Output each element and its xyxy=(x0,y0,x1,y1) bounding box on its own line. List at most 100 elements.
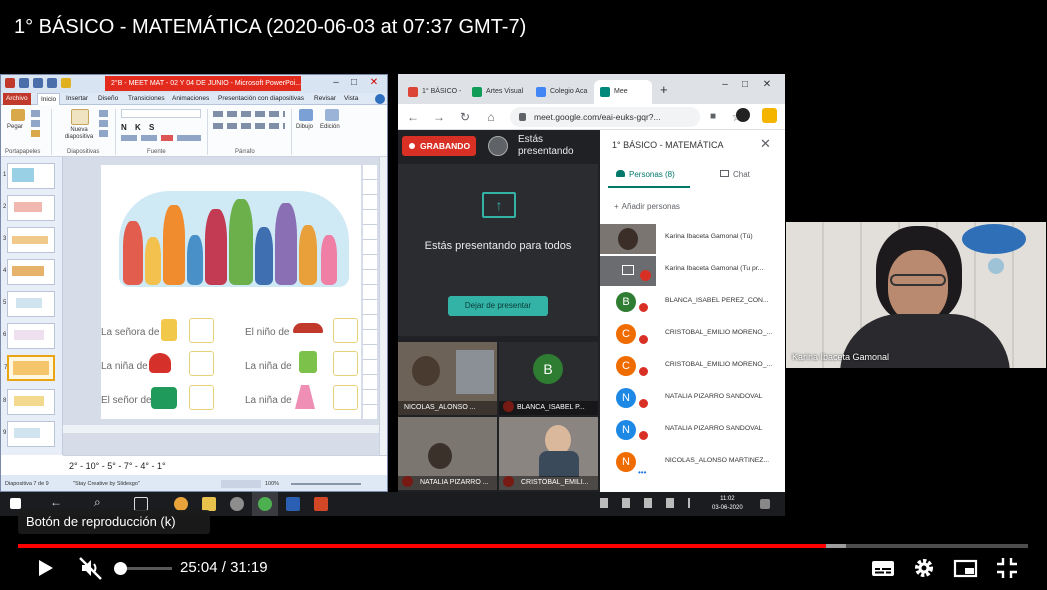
forward-icon: → xyxy=(433,110,445,124)
person-figure xyxy=(145,237,161,285)
slide-notes: 2° - 10° - 5° - 7° - 4° - 1° xyxy=(63,455,387,475)
ppt-tab-insertar: Insertar xyxy=(66,95,89,102)
help-icon xyxy=(375,94,385,104)
mute-button[interactable] xyxy=(76,553,106,583)
back-icon: ← xyxy=(407,110,419,124)
find-binoculars-icon xyxy=(325,109,339,121)
meeting-title: 1° BÁSICO - MATEMÁTICA xyxy=(612,140,724,150)
participant-avatar: N xyxy=(616,452,636,472)
cut-icon xyxy=(31,110,40,117)
slide-thumbnail: 3 xyxy=(3,227,55,253)
close-icon: ✕ xyxy=(762,79,772,90)
group-parrafo: Párrafo xyxy=(235,149,255,155)
fullscreen-icon xyxy=(997,558,1017,578)
participant-row: N ••• NICOLAS_ALONSO MARTINEZ... xyxy=(600,446,785,478)
zoom-slider xyxy=(291,483,361,485)
file-explorer-icon xyxy=(202,497,216,511)
video-player[interactable]: 1° BÁSICO - MATEMÁTICA (2020-06-03 at 07… xyxy=(0,0,1047,590)
meet-stage: GRABANDO Estás presentando ↑ Estás prese… xyxy=(398,130,600,492)
people-tab: Personas (8) xyxy=(616,170,675,179)
profile-avatar xyxy=(762,108,777,123)
slide-thumbnail: 6 xyxy=(3,323,55,349)
powerpoint-window: 2°B - MEET MAT - 02 Y 04 DE JUNIO - Micr… xyxy=(0,74,388,492)
add-person-icon: + xyxy=(614,202,619,211)
person-figure xyxy=(275,203,297,285)
participant-name: Karina Ibaceta Gamonal (Tu pr... xyxy=(665,265,764,272)
copy-icon xyxy=(31,120,40,127)
person-figure xyxy=(187,235,203,285)
participant-video xyxy=(412,356,440,386)
time-separator: / xyxy=(221,559,226,576)
ppt-tab-revisar: Revisar xyxy=(314,95,337,102)
app-icon xyxy=(230,497,244,511)
presenting-panel: ↑ Estás presentando para todos Dejar de … xyxy=(398,164,598,336)
notifications-icon xyxy=(760,499,770,509)
person-figure xyxy=(255,227,273,285)
exercise-label: La niña de xyxy=(245,361,292,372)
pink-dress-icon xyxy=(295,385,315,409)
system-tray-icons xyxy=(600,498,690,508)
save-icon xyxy=(19,78,29,88)
person-figure xyxy=(205,209,227,285)
participant-avatar: B xyxy=(533,354,563,384)
red-cap-icon xyxy=(293,323,323,333)
miniplayer-button[interactable] xyxy=(950,553,980,583)
ppt-tab-presentacion: Presentación con diapositivas xyxy=(218,95,304,102)
video-title[interactable]: 1° BÁSICO - MATEMÁTICA (2020-06-03 at 07… xyxy=(14,16,526,39)
person-figure xyxy=(229,199,253,285)
participant-video xyxy=(428,443,452,469)
stop-presenting-button: Dejar de presentar xyxy=(448,296,548,316)
presenting-status: Estás presentando xyxy=(518,134,574,157)
answer-box xyxy=(189,385,214,410)
exercise-label: La señora de xyxy=(101,327,160,338)
subtitles-button[interactable] xyxy=(868,553,898,583)
ppt-tab-animaciones: Animaciones xyxy=(172,95,210,102)
muted-mic-icon xyxy=(640,270,651,281)
participant-avatar: C xyxy=(616,324,636,344)
chat-tab: Chat xyxy=(720,170,750,179)
people-icon xyxy=(616,170,625,177)
volume-knob[interactable] xyxy=(114,562,127,575)
participant-tile: NICOLAS_ALONSO ... xyxy=(398,342,497,415)
miniplayer-icon xyxy=(953,559,978,578)
exercise-label: La niña de xyxy=(245,395,292,406)
chrome-tabbar: 1° BÁSICO - Artes Visual Colegio Aca Mee… xyxy=(398,74,785,104)
participant-tile: B BLANCA_ISABEL P... xyxy=(499,342,598,415)
exercise-label: El señor de xyxy=(101,395,152,406)
paste-icon xyxy=(11,109,25,121)
ppt-statusbar: Diapositiva 7 de 9 "Stay Creative by Sli… xyxy=(1,475,387,491)
new-slide-label: Nueva diapositiva xyxy=(64,127,94,140)
duration: 31:19 xyxy=(230,559,268,576)
browser-tab-active: Mee xyxy=(594,80,652,104)
wall-decoration xyxy=(988,258,1004,274)
close-panel-icon: ✕ xyxy=(760,136,771,151)
layout-icon xyxy=(99,110,108,117)
active-tab-indicator xyxy=(608,186,690,188)
volume-slider[interactable] xyxy=(120,567,172,570)
group-fuente: Fuente xyxy=(147,149,166,155)
participant-row: C CRISTOBAL_EMILIO MORENO_... xyxy=(600,318,785,350)
answer-box xyxy=(333,318,358,343)
fullscreen-button[interactable] xyxy=(992,553,1022,583)
ribbon-separator xyxy=(207,109,208,155)
font-family-select xyxy=(121,109,201,118)
person-figure xyxy=(321,235,337,285)
participant-avatar: N xyxy=(616,420,636,440)
slide-editing-area: La señora de El niño de La niña de La ni… xyxy=(63,157,379,455)
play-button[interactable] xyxy=(30,553,60,583)
participant-row: Karina Ibaceta Gamonal (Tú) xyxy=(600,222,785,254)
current-time: 25:04 xyxy=(180,559,218,576)
slide-thumbnails-pane: 1 2 3 4 5 6 7 8 9 xyxy=(1,157,63,455)
settings-button[interactable] xyxy=(909,553,939,583)
paragraph-align-icons xyxy=(213,123,285,129)
slide-thumbnail: 4 xyxy=(3,259,55,285)
new-tab-button: + xyxy=(660,82,668,97)
muted-mic-icon xyxy=(638,398,649,409)
exercise-label: La niña de xyxy=(101,361,148,372)
progress-bar[interactable] xyxy=(18,544,1028,548)
settings-gear-icon xyxy=(915,559,933,577)
camera-icon: ■ xyxy=(709,111,717,122)
slide-thumbnail: 2 xyxy=(3,195,55,221)
school-icon xyxy=(536,87,546,97)
webcam-name-label: Karina Ibaceta Gamonal xyxy=(792,352,890,362)
